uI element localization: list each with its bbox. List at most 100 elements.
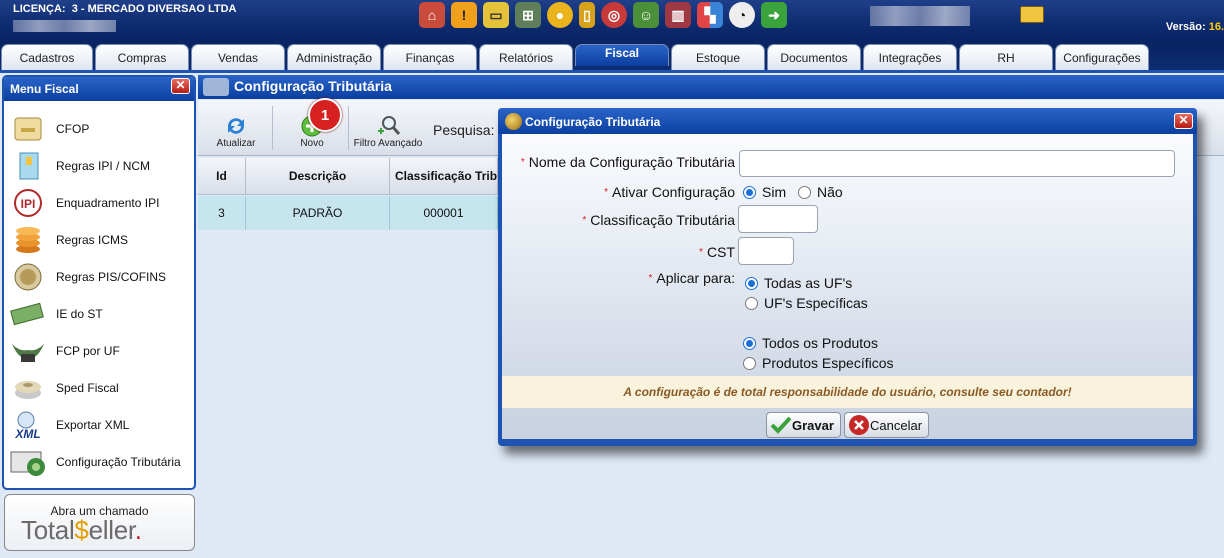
close-dialog-button[interactable]: ✕ (1174, 113, 1193, 129)
tab-label: Estoque (695, 51, 741, 65)
tab-cadastros[interactable]: Cadastros (1, 44, 93, 70)
column-header-classificacao[interactable]: Classificação Trib (390, 158, 498, 195)
toolbar-separator (272, 106, 273, 150)
tab-label: Relatórios (498, 51, 554, 65)
tab-documentos[interactable]: Documentos (767, 44, 861, 70)
save-button[interactable]: Gravar (766, 412, 841, 438)
dialog-title: Configuração Tributária (525, 115, 661, 129)
cancel-button[interactable]: Cancelar (844, 412, 930, 438)
tab-compras[interactable]: Compras (95, 44, 189, 70)
radio-label: Sim (762, 184, 787, 200)
xml-icon: XML (10, 409, 46, 441)
coin-icon (505, 113, 522, 130)
active-yes-radio[interactable]: Sim (743, 184, 786, 200)
uf-all-radio[interactable]: Todas as UF's (745, 275, 852, 291)
logout-icon[interactable]: ➜ (761, 2, 787, 28)
menu-item-cfop[interactable]: CFOP (10, 111, 190, 147)
radio-label: Todas as UF's (764, 275, 853, 291)
tab-integracoes[interactable]: Integrações (863, 44, 957, 70)
menu-item-ipi-ncm[interactable]: Regras IPI / NCM (10, 148, 190, 184)
required-star: * (648, 273, 653, 284)
main-tabs: Cadastros Compras Vendas Administração F… (0, 44, 1224, 70)
phone-icon[interactable]: ▯ (579, 2, 595, 28)
tab-relatorios[interactable]: Relatórios (479, 44, 573, 70)
version-value: 16. (1208, 21, 1224, 33)
manual-book-icon[interactable] (1020, 6, 1044, 23)
config-tax-icon (203, 78, 229, 96)
blurred-company-info (870, 6, 970, 26)
apps-icon[interactable]: ▚ (697, 2, 723, 28)
products-all-radio[interactable]: Todos os Produtos (743, 335, 878, 351)
alert-icon[interactable]: ! (451, 2, 477, 28)
dialog-titlebar[interactable]: Configuração Tributária ✕ (498, 108, 1197, 134)
menu-item-fcp-por-uf[interactable]: FCP por UF (10, 333, 190, 369)
radio-selected-icon (743, 185, 756, 199)
logo-text-left: Total (21, 515, 75, 545)
radio-label: UF's Específicas (764, 295, 868, 311)
search-label: Pesquisa: (433, 122, 495, 138)
refresh-button[interactable]: Atualizar (210, 104, 262, 152)
cash-register-icon[interactable]: ● (547, 2, 573, 28)
column-header-id[interactable]: Id (198, 158, 246, 195)
folder-icon (10, 113, 46, 145)
name-input[interactable] (739, 150, 1175, 177)
svg-text:IPI: IPI (21, 197, 36, 211)
checkmark-icon (770, 416, 792, 434)
advanced-filter-label: Filtro Avançado (353, 138, 423, 149)
coins-icon (10, 224, 46, 256)
lifebuoy-icon[interactable]: ◎ (601, 2, 627, 28)
tab-administracao[interactable]: Administração (287, 44, 381, 70)
cart-icon[interactable]: ⊞ (515, 2, 541, 28)
menu-item-enquadramento-ipi[interactable]: IPI Enquadramento IPI (10, 185, 190, 221)
tab-fiscal[interactable]: Fiscal (575, 44, 669, 66)
open-ticket-panel[interactable]: Abra um chamado Total$eller. (4, 494, 195, 551)
active-no-radio[interactable]: Não (798, 184, 843, 200)
clock-icon[interactable]: ◔ (729, 2, 755, 28)
logo-text-s: $ (74, 515, 89, 545)
page-header: Configuração Tributária (198, 75, 1224, 99)
cst-field-label: * CST (502, 244, 735, 260)
folder-icon[interactable]: ▭ (483, 2, 509, 28)
required-star: * (520, 157, 525, 168)
menu-item-regras-pis-cofins[interactable]: Regras PIS/COFINS (10, 259, 190, 295)
menu-item-sped-fiscal[interactable]: Sped Fiscal (10, 370, 190, 406)
radio-empty-icon (743, 356, 756, 370)
close-menu-button[interactable]: ✕ (171, 78, 190, 94)
radio-selected-icon (743, 336, 756, 350)
tab-configuracoes[interactable]: Configurações (1055, 44, 1149, 70)
tab-estoque[interactable]: Estoque (671, 44, 765, 70)
chart-icon[interactable]: ▥ (665, 2, 691, 28)
table-cell[interactable]: 3 (198, 196, 246, 230)
column-header-descricao[interactable]: Descrição (246, 158, 390, 195)
ipi-icon: IPI (10, 187, 46, 219)
uf-specific-radio[interactable]: UF's Específicas (745, 295, 868, 311)
menu-item-ie-do-st[interactable]: IE do ST (10, 296, 190, 332)
advanced-filter-button[interactable]: Filtro Avançado (352, 104, 424, 152)
table-cell[interactable]: 000001 (390, 196, 498, 230)
home-icon[interactable]: ⌂ (419, 2, 445, 28)
tab-vendas[interactable]: Vendas (191, 44, 285, 70)
version-info: Versão: 16. (1166, 21, 1224, 33)
classification-input[interactable] (738, 205, 818, 233)
page-title: Configuração Tributária (234, 78, 392, 94)
menu-item-configuracao-tributaria[interactable]: Configuração Tributária (10, 444, 190, 480)
cst-input[interactable] (738, 237, 794, 265)
logo-dot: . (134, 515, 142, 545)
users-icon[interactable]: ☺ (633, 2, 659, 28)
required-star: * (582, 215, 587, 226)
license-value: 3 - MERCADO DIVERSAO LTDA (71, 3, 237, 15)
menu-item-regras-icms[interactable]: Regras ICMS (10, 222, 190, 258)
menu-item-exportar-xml[interactable]: XML Exportar XML (10, 407, 190, 443)
tab-label: Configurações (1063, 51, 1141, 65)
apply-label-text: Aplicar para: (656, 270, 735, 286)
tab-financas[interactable]: Finanças (383, 44, 477, 70)
toolbar-separator (348, 106, 349, 150)
menu-item-label: Configuração Tributária (56, 455, 181, 469)
apply-field-label: * Aplicar para: (502, 270, 736, 286)
radio-label: Não (817, 184, 843, 200)
products-specific-radio[interactable]: Produtos Específicos (743, 355, 894, 371)
menu-item-label: Exportar XML (56, 418, 130, 432)
tab-rh[interactable]: RH (959, 44, 1053, 70)
table-cell[interactable]: PADRÃO (246, 196, 390, 230)
menu-item-label: IE do ST (56, 307, 103, 321)
